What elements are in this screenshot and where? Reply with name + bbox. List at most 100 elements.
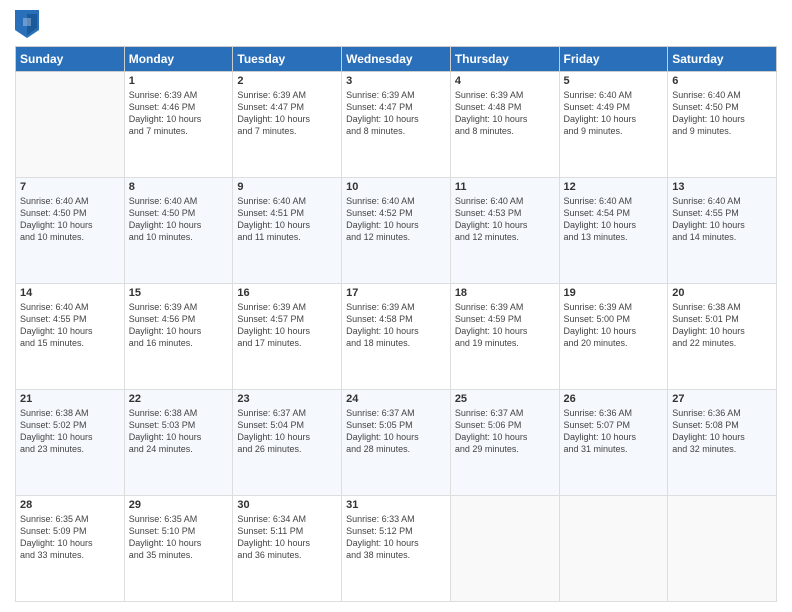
day-info: Sunrise: 6:35 AM Sunset: 5:10 PM Dayligh…: [129, 513, 229, 562]
calendar-cell: 3Sunrise: 6:39 AM Sunset: 4:47 PM Daylig…: [342, 72, 451, 178]
day-info: Sunrise: 6:37 AM Sunset: 5:04 PM Dayligh…: [237, 407, 337, 456]
header: [15, 10, 777, 38]
day-info: Sunrise: 6:34 AM Sunset: 5:11 PM Dayligh…: [237, 513, 337, 562]
day-number: 18: [455, 287, 555, 299]
calendar-cell: 30 Sunrise: 6:34 AM Sunset: 5:11 PM Dayli…: [233, 496, 342, 602]
day-number: 31: [346, 499, 446, 511]
day-number: 15: [129, 287, 229, 299]
day-number: 16: [237, 287, 337, 299]
week-row-4: 21 Sunrise: 6:38 AM Sunset: 5:02 PM Dayli…: [16, 390, 777, 496]
calendar-cell: 21 Sunrise: 6:38 AM Sunset: 5:02 PM Dayli…: [16, 390, 125, 496]
calendar-cell: 29Sunrise: 6:35 AM Sunset: 5:10 PM Dayli…: [124, 496, 233, 602]
day-info: Sunrise: 6:40 AM Sunset: 4:50 PM Dayligh…: [20, 195, 120, 244]
day-info: Sunrise: 6:33 AM Sunset: 5:12 PM Dayligh…: [346, 513, 446, 562]
day-info: Sunrise: 6:40 AM Sunset: 4:54 PM Dayligh…: [564, 195, 664, 244]
day-number: 25: [455, 393, 555, 405]
day-info: Sunrise: 6:40 AM Sunset: 4:52 PM Dayligh…: [346, 195, 446, 244]
day-info: Sunrise: 6:39 AM Sunset: 4:46 PM Dayligh…: [129, 89, 229, 138]
day-info: Sunrise: 6:40 AM Sunset: 4:55 PM Dayligh…: [20, 301, 120, 350]
day-info: Sunrise: 6:40 AM Sunset: 4:50 PM Dayligh…: [129, 195, 229, 244]
calendar-cell: 19 Sunrise: 6:39 AM Sunset: 5:00 PM Dayli…: [559, 284, 668, 390]
week-row-5: 28 Sunrise: 6:35 AM Sunset: 5:09 PM Dayli…: [16, 496, 777, 602]
day-info: Sunrise: 6:38 AM Sunset: 5:03 PM Dayligh…: [129, 407, 229, 456]
col-monday: Monday: [124, 47, 233, 72]
day-number: 26: [564, 393, 664, 405]
calendar-cell: [450, 496, 559, 602]
day-info: Sunrise: 6:38 AM Sunset: 5:01 PM Dayligh…: [672, 301, 772, 350]
day-number: 24: [346, 393, 446, 405]
day-number: 6: [672, 75, 772, 87]
calendar-cell: 17 Sunrise: 6:39 AM Sunset: 4:58 PM Dayli…: [342, 284, 451, 390]
calendar-cell: 15 Sunrise: 6:39 AM Sunset: 4:56 PM Dayli…: [124, 284, 233, 390]
col-wednesday: Wednesday: [342, 47, 451, 72]
day-info: Sunrise: 6:36 AM Sunset: 5:07 PM Dayligh…: [564, 407, 664, 456]
calendar-cell: 13 Sunrise: 6:40 AM Sunset: 4:55 PM Dayli…: [668, 178, 777, 284]
calendar-cell: 25 Sunrise: 6:37 AM Sunset: 5:06 PM Dayli…: [450, 390, 559, 496]
col-tuesday: Tuesday: [233, 47, 342, 72]
day-info: Sunrise: 6:40 AM Sunset: 4:53 PM Dayligh…: [455, 195, 555, 244]
week-row-1: 1 Sunrise: 6:39 AM Sunset: 4:46 PM Daylig…: [16, 72, 777, 178]
day-number: 17: [346, 287, 446, 299]
calendar-cell: 5 Sunrise: 6:40 AM Sunset: 4:49 PM Daylig…: [559, 72, 668, 178]
calendar-cell: 7 Sunrise: 6:40 AM Sunset: 4:50 PM Daylig…: [16, 178, 125, 284]
day-info: Sunrise: 6:39 AM Sunset: 4:47 PM Dayligh…: [237, 89, 337, 138]
calendar-cell: [559, 496, 668, 602]
day-number: 5: [564, 75, 664, 87]
day-number: 27: [672, 393, 772, 405]
calendar-cell: 20Sunrise: 6:38 AM Sunset: 5:01 PM Dayli…: [668, 284, 777, 390]
day-info: Sunrise: 6:40 AM Sunset: 4:50 PM Dayligh…: [672, 89, 772, 138]
day-number: 8: [129, 181, 229, 193]
logo-icon: [15, 10, 39, 38]
calendar-cell: 18Sunrise: 6:39 AM Sunset: 4:59 PM Dayli…: [450, 284, 559, 390]
day-number: 14: [20, 287, 120, 299]
col-friday: Friday: [559, 47, 668, 72]
calendar-cell: 10 Sunrise: 6:40 AM Sunset: 4:52 PM Dayli…: [342, 178, 451, 284]
day-info: Sunrise: 6:39 AM Sunset: 4:57 PM Dayligh…: [237, 301, 337, 350]
calendar-cell: [16, 72, 125, 178]
day-info: Sunrise: 6:40 AM Sunset: 4:55 PM Dayligh…: [672, 195, 772, 244]
calendar-cell: 2 Sunrise: 6:39 AM Sunset: 4:47 PM Daylig…: [233, 72, 342, 178]
day-info: Sunrise: 6:35 AM Sunset: 5:09 PM Dayligh…: [20, 513, 120, 562]
week-row-2: 7 Sunrise: 6:40 AM Sunset: 4:50 PM Daylig…: [16, 178, 777, 284]
day-info: Sunrise: 6:40 AM Sunset: 4:49 PM Dayligh…: [564, 89, 664, 138]
day-number: 23: [237, 393, 337, 405]
day-number: 13: [672, 181, 772, 193]
calendar-cell: 4Sunrise: 6:39 AM Sunset: 4:48 PM Daylig…: [450, 72, 559, 178]
calendar-header-row: Sunday Monday Tuesday Wednesday Thursday…: [16, 47, 777, 72]
day-number: 30: [237, 499, 337, 511]
week-row-3: 14 Sunrise: 6:40 AM Sunset: 4:55 PM Dayli…: [16, 284, 777, 390]
day-number: 28: [20, 499, 120, 511]
calendar-cell: 23 Sunrise: 6:37 AM Sunset: 5:04 PM Dayli…: [233, 390, 342, 496]
calendar-cell: 12 Sunrise: 6:40 AM Sunset: 4:54 PM Dayli…: [559, 178, 668, 284]
col-sunday: Sunday: [16, 47, 125, 72]
calendar-cell: 22Sunrise: 6:38 AM Sunset: 5:03 PM Dayli…: [124, 390, 233, 496]
day-info: Sunrise: 6:39 AM Sunset: 5:00 PM Dayligh…: [564, 301, 664, 350]
day-number: 4: [455, 75, 555, 87]
day-number: 2: [237, 75, 337, 87]
day-info: Sunrise: 6:39 AM Sunset: 4:58 PM Dayligh…: [346, 301, 446, 350]
page: Sunday Monday Tuesday Wednesday Thursday…: [0, 0, 792, 612]
day-info: Sunrise: 6:37 AM Sunset: 5:06 PM Dayligh…: [455, 407, 555, 456]
logo: [15, 10, 43, 38]
calendar-cell: 1 Sunrise: 6:39 AM Sunset: 4:46 PM Daylig…: [124, 72, 233, 178]
day-number: 9: [237, 181, 337, 193]
calendar-cell: 31 Sunrise: 6:33 AM Sunset: 5:12 PM Dayli…: [342, 496, 451, 602]
col-saturday: Saturday: [668, 47, 777, 72]
calendar-cell: 9 Sunrise: 6:40 AM Sunset: 4:51 PM Daylig…: [233, 178, 342, 284]
day-number: 21: [20, 393, 120, 405]
calendar-cell: 26 Sunrise: 6:36 AM Sunset: 5:07 PM Dayli…: [559, 390, 668, 496]
calendar-cell: 14 Sunrise: 6:40 AM Sunset: 4:55 PM Dayli…: [16, 284, 125, 390]
day-number: 1: [129, 75, 229, 87]
day-number: 12: [564, 181, 664, 193]
day-info: Sunrise: 6:38 AM Sunset: 5:02 PM Dayligh…: [20, 407, 120, 456]
day-number: 19: [564, 287, 664, 299]
day-info: Sunrise: 6:40 AM Sunset: 4:51 PM Dayligh…: [237, 195, 337, 244]
calendar-cell: 24Sunrise: 6:37 AM Sunset: 5:05 PM Dayli…: [342, 390, 451, 496]
day-number: 11: [455, 181, 555, 193]
day-info: Sunrise: 6:39 AM Sunset: 4:56 PM Dayligh…: [129, 301, 229, 350]
day-number: 7: [20, 181, 120, 193]
calendar-cell: 16 Sunrise: 6:39 AM Sunset: 4:57 PM Dayli…: [233, 284, 342, 390]
day-number: 10: [346, 181, 446, 193]
col-thursday: Thursday: [450, 47, 559, 72]
calendar-cell: 27Sunrise: 6:36 AM Sunset: 5:08 PM Dayli…: [668, 390, 777, 496]
